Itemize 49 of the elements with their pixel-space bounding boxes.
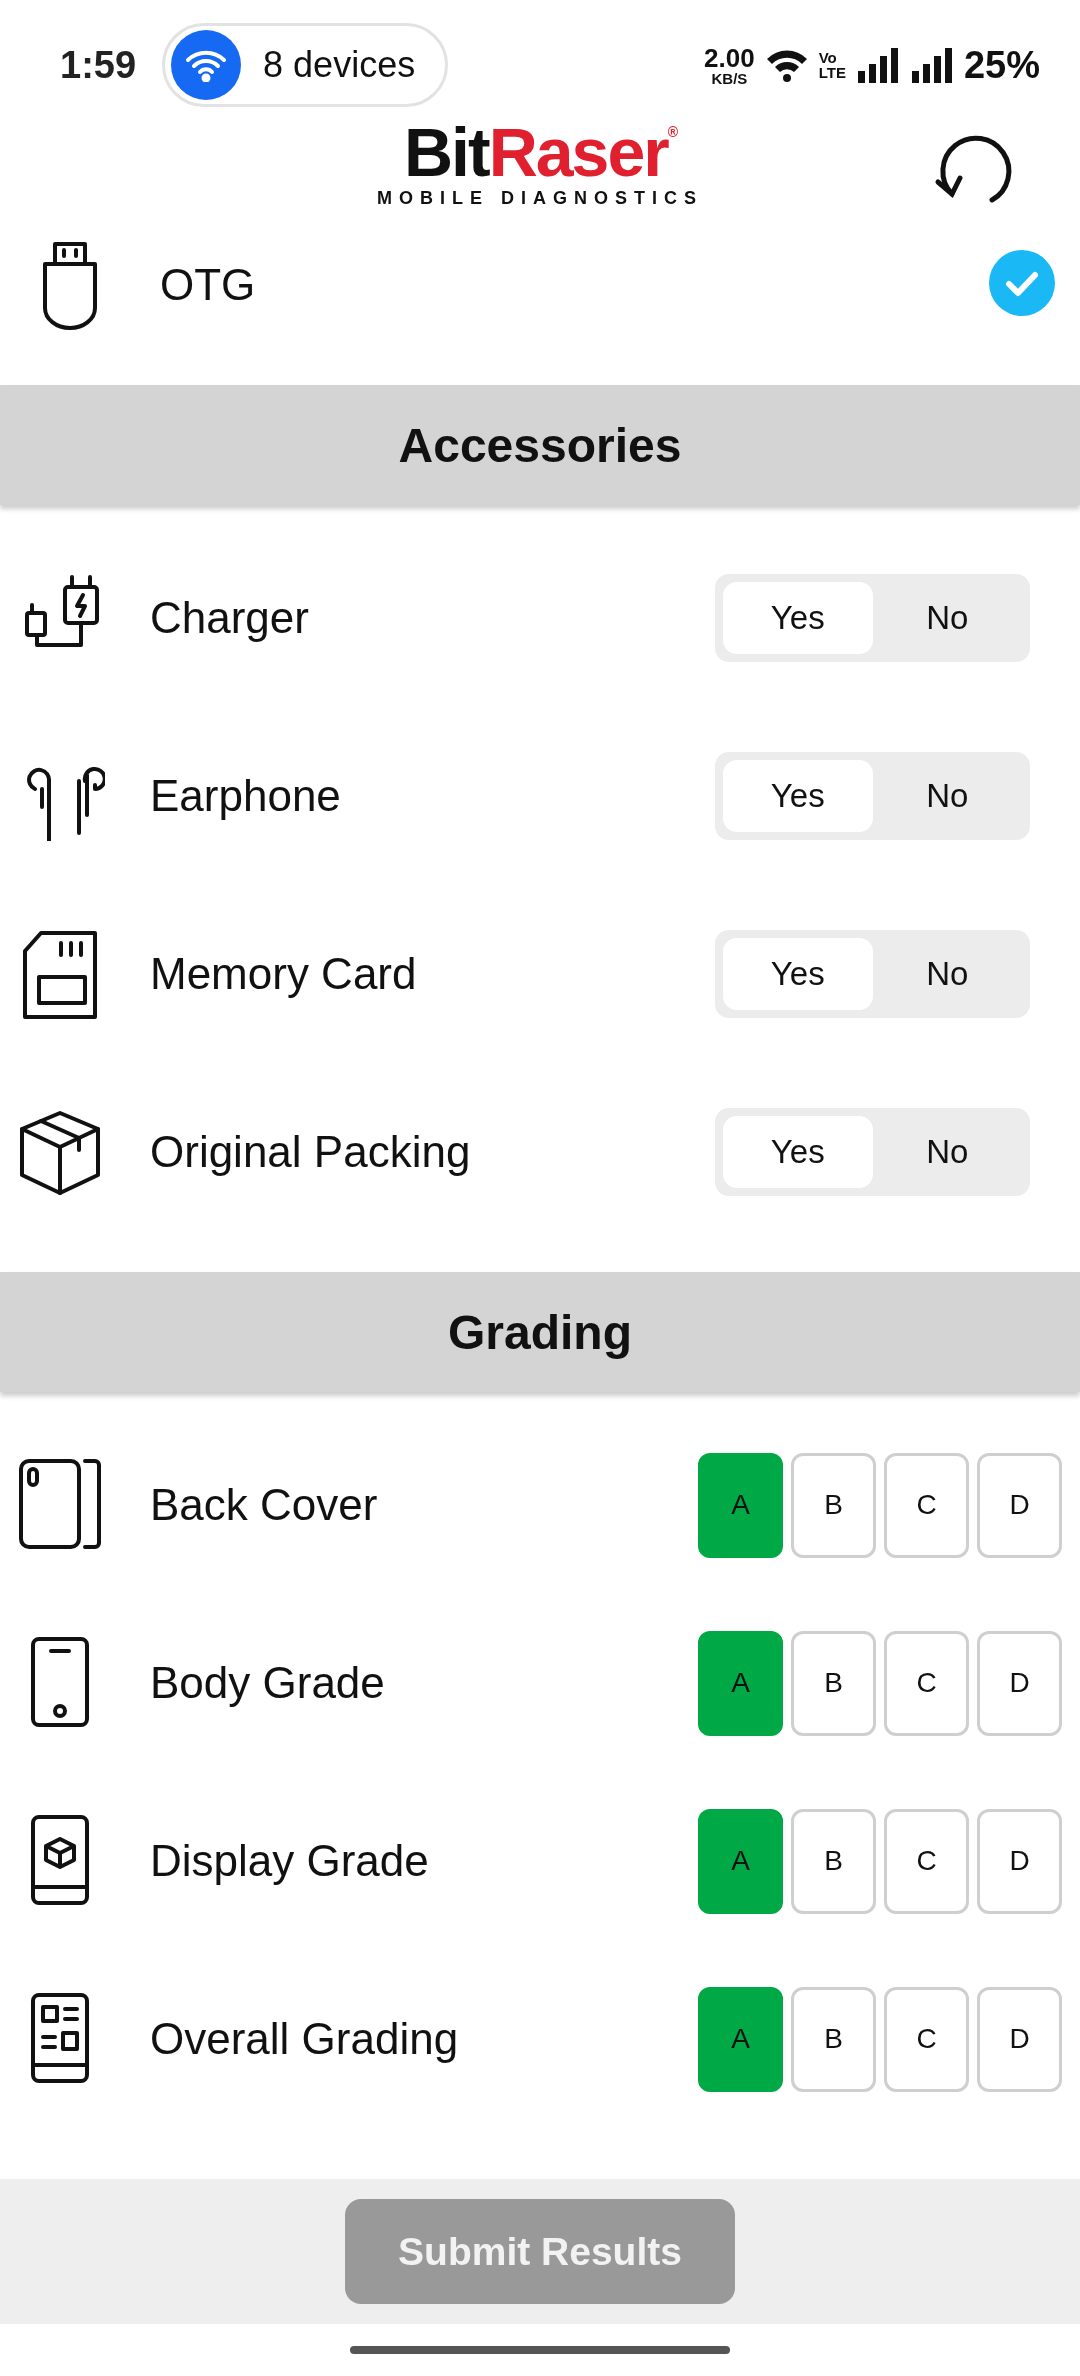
toggle-option[interactable]: No: [872, 760, 1022, 832]
accessory-label: Original Packing: [150, 1127, 471, 1177]
section-header: Grading: [0, 1272, 1080, 1392]
battery-level: 25%: [963, 43, 1040, 87]
signal-icon: [909, 47, 954, 83]
speed-unit: KB/S: [711, 70, 748, 86]
grade-option[interactable]: B: [791, 1808, 876, 1914]
grade-option[interactable]: A: [698, 1808, 783, 1914]
accessory-label: Memory Card: [150, 949, 417, 999]
toggle-option[interactable]: Yes: [723, 760, 873, 832]
grade-option[interactable]: A: [698, 1452, 783, 1558]
grade-option[interactable]: D: [977, 1630, 1062, 1736]
logo-tagline: MOBILE DIAGNOSTICS: [377, 188, 703, 209]
clock: 1:59: [60, 43, 137, 87]
toggle-option[interactable]: Yes: [723, 938, 873, 1010]
grade-option[interactable]: C: [884, 1808, 969, 1914]
wifi-icon: [185, 48, 228, 82]
signal-icon: [855, 47, 900, 83]
option-label: OTG: [160, 260, 256, 310]
network-speed: 2.00: [704, 44, 755, 71]
toggle-option[interactable]: No: [872, 582, 1022, 654]
toggle-option[interactable]: Yes: [723, 582, 873, 654]
grade-option[interactable]: D: [977, 1452, 1062, 1558]
check-icon[interactable]: [989, 250, 1055, 316]
grade-option[interactable]: B: [791, 1630, 876, 1736]
grading-label: Overall Grading: [150, 2014, 459, 2064]
grade-option[interactable]: A: [698, 1630, 783, 1736]
grade-option[interactable]: D: [977, 1808, 1062, 1914]
volte-label: Vo: [818, 50, 838, 65]
accessory-label: Charger: [150, 593, 309, 643]
grade-option[interactable]: D: [977, 1986, 1062, 2092]
logo-wordmark: BitRaser$^{®}$: [404, 118, 676, 186]
grade-option[interactable]: B: [791, 1452, 876, 1558]
accessory-label: Earphone: [150, 771, 341, 821]
grading-label: Display Grade: [150, 1836, 429, 1886]
toggle-option[interactable]: No: [872, 1116, 1022, 1188]
grade-option[interactable]: C: [884, 1452, 969, 1558]
grade-option[interactable]: C: [884, 1630, 969, 1736]
grading-label: Back Cover: [150, 1480, 378, 1530]
toggle-option[interactable]: Yes: [723, 1116, 873, 1188]
toggle-option[interactable]: No: [872, 938, 1022, 1010]
grade-option[interactable]: C: [884, 1986, 969, 2092]
grade-option[interactable]: A: [698, 1986, 783, 2092]
grading-label: Body Grade: [150, 1658, 385, 1708]
section-header: Accessories: [0, 385, 1080, 505]
lte-label: LTE: [818, 65, 846, 80]
hotspot-chip[interactable]: 8 devices: [162, 23, 449, 107]
grade-option[interactable]: B: [791, 1986, 876, 2092]
home-indicator[interactable]: [350, 2345, 730, 2354]
